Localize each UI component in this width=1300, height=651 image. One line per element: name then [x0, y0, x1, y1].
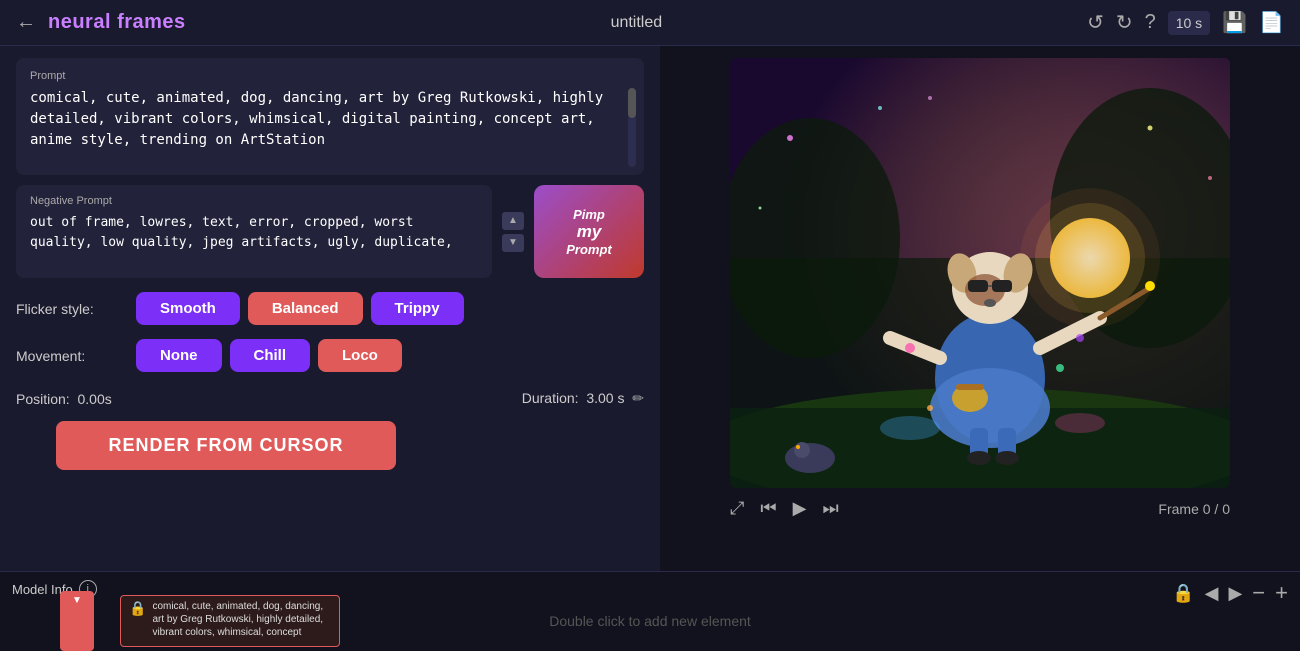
render-from-cursor-button[interactable]: RENDER FROM CURSOR: [56, 421, 396, 470]
flicker-btn-group: Smooth Balanced Trippy: [136, 292, 464, 325]
flicker-label: Flicker style:: [16, 301, 136, 317]
timeline-add-hint: Double click to add new element: [549, 613, 751, 629]
movement-row: Movement: None Chill Loco: [16, 339, 644, 372]
undo-button[interactable]: ↺: [1087, 10, 1104, 35]
edit-duration-icon[interactable]: ✏: [632, 390, 644, 406]
prompt-input[interactable]: comical, cute, animated, dog, dancing, a…: [30, 88, 630, 158]
flicker-style-row: Flicker style: Smooth Balanced Trippy: [16, 292, 644, 325]
expand-preview-button[interactable]: ⤢: [730, 498, 744, 519]
next-frame-button[interactable]: ⏭: [822, 498, 838, 519]
pimp-line3: Prompt: [566, 242, 612, 257]
negative-prompt-label: Negative Prompt: [30, 195, 478, 207]
redo-button[interactable]: ↻: [1116, 10, 1133, 35]
prompt-label: Prompt: [30, 70, 630, 82]
neg-scroll-down[interactable]: ▼: [502, 234, 524, 252]
save-button[interactable]: 💾: [1222, 10, 1247, 35]
pimp-line2: my: [577, 222, 602, 242]
right-panel: ⤢ ⏮ ▶ ⏭ Frame 0 / 0: [660, 46, 1300, 571]
duration-value: 3.00 s: [586, 390, 624, 406]
flicker-trippy-button[interactable]: Trippy: [371, 292, 464, 325]
help-button[interactable]: ?: [1145, 11, 1156, 34]
prompt-scrollbar[interactable]: [628, 88, 636, 167]
preview-artwork: [730, 58, 1230, 488]
position-value: 0.00s: [77, 391, 111, 407]
prompt-scroll-thumb: [628, 88, 636, 118]
negative-prompt-input[interactable]: out of frame, lowres, text, error, cropp…: [30, 213, 478, 263]
preview-ctrl-left: ⤢ ⏮ ▶ ⏭: [730, 498, 839, 519]
preview-image: [730, 58, 1230, 488]
timeline-prompt-text: comical, cute, animated, dog, dancing, a…: [152, 600, 331, 639]
position-duration-row: Position: 0.00s Duration: 3.00 s ✏: [16, 386, 644, 407]
topbar: ← neural frames untitled ↺ ↻ ? 10 s 💾 📄: [0, 0, 1300, 46]
movement-chill-button[interactable]: Chill: [230, 339, 311, 372]
duration-display: Duration: 3.00 s ✏: [522, 390, 644, 407]
flicker-smooth-button[interactable]: Smooth: [136, 292, 240, 325]
negative-prompt-row: Negative Prompt out of frame, lowres, te…: [16, 185, 644, 278]
frame-info: Frame 0 / 0: [1158, 501, 1230, 517]
timeline-track[interactable]: ▼ 🔒 comical, cute, animated, dog, dancin…: [0, 591, 1300, 651]
neg-scroll-up[interactable]: ▲: [502, 212, 524, 230]
left-panel: Prompt comical, cute, animated, dog, dan…: [0, 46, 660, 571]
negative-prompt-card: Negative Prompt out of frame, lowres, te…: [16, 185, 492, 278]
flicker-balanced-button[interactable]: Balanced: [248, 292, 363, 325]
neg-scroll-controls: ▲ ▼: [502, 185, 524, 278]
brand-name: neural frames: [48, 11, 186, 34]
main-content: Prompt comical, cute, animated, dog, dan…: [0, 46, 1300, 571]
movement-loco-button[interactable]: Loco: [318, 339, 402, 372]
export-button[interactable]: 📄: [1259, 10, 1284, 35]
back-button[interactable]: ←: [16, 11, 36, 34]
prompt-card: Prompt comical, cute, animated, dog, dan…: [16, 58, 644, 175]
controls-area: Flicker style: Smooth Balanced Trippy Mo…: [16, 288, 644, 411]
timeline-cursor[interactable]: ▼: [60, 591, 94, 651]
movement-label: Movement:: [16, 348, 136, 364]
timeline-lock-icon: 🔒: [129, 600, 146, 617]
movement-none-button[interactable]: None: [136, 339, 222, 372]
pimp-my-prompt-button[interactable]: Pimp my Prompt: [534, 185, 644, 278]
pimp-line1: Pimp: [573, 207, 605, 222]
timeline-prompt-card[interactable]: 🔒 comical, cute, animated, dog, dancing,…: [120, 595, 340, 647]
duration-display: 10 s: [1168, 11, 1210, 35]
play-button[interactable]: ▶: [793, 498, 807, 519]
document-title: untitled: [186, 14, 1087, 32]
movement-btn-group: None Chill Loco: [136, 339, 402, 372]
prev-frame-button[interactable]: ⏮: [760, 498, 776, 519]
topbar-actions: ↺ ↻ ? 10 s 💾 📄: [1087, 10, 1284, 35]
bottom-bar: Model Info i 🔒 ◀ ▶ − + ▼ 🔒 comical, cute…: [0, 571, 1300, 651]
preview-controls: ⤢ ⏮ ▶ ⏭ Frame 0 / 0: [730, 498, 1230, 519]
position-label: Position: 0.00s: [16, 391, 112, 407]
